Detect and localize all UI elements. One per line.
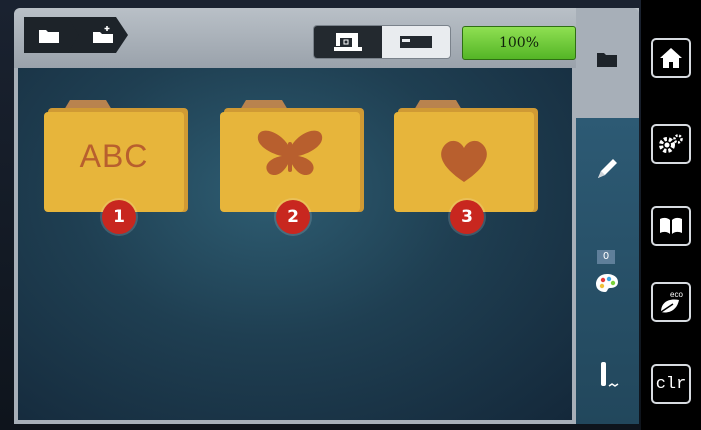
folder-number-badge: 3	[450, 200, 484, 234]
folder-icon[interactable]	[596, 50, 618, 68]
tutorial-button[interactable]	[651, 206, 691, 246]
color-counter-badge: 0	[597, 250, 615, 264]
settings-button[interactable]	[651, 124, 691, 164]
needle-icon[interactable]	[597, 360, 621, 390]
top-bar: 100%	[14, 8, 639, 68]
sewing-mode-button[interactable]	[314, 26, 382, 58]
system-rail: eco clr	[641, 0, 701, 430]
home-icon	[660, 48, 682, 68]
breadcrumb	[24, 17, 142, 53]
clear-button[interactable]: clr	[651, 364, 691, 404]
folder-motifs[interactable]	[220, 96, 368, 214]
sewing-machine-icon	[334, 33, 362, 51]
alphabet-icon: ABC	[79, 138, 149, 174]
settings-icon	[659, 134, 683, 153]
color-palette-icon[interactable]	[594, 272, 620, 294]
zoom-level-button[interactable]: 100%	[462, 26, 576, 60]
folder-icon	[394, 100, 538, 212]
svg-text:eco: eco	[670, 290, 683, 299]
pencil-icon[interactable]	[594, 156, 620, 182]
embroidery-mode-button[interactable]	[382, 26, 450, 58]
folder-number-badge: 2	[276, 200, 310, 234]
folder-icon	[39, 30, 59, 43]
clr-label: clr	[655, 374, 687, 394]
eco-mode-icon: eco	[660, 290, 683, 313]
eco-mode-button[interactable]: eco	[651, 282, 691, 322]
embroidery-module-icon	[400, 36, 432, 48]
folder-number-badge: 1	[102, 200, 136, 234]
folder-quilt[interactable]	[394, 96, 542, 214]
folder-alphabets[interactable]: ABC	[44, 96, 192, 214]
folder-icon	[220, 100, 364, 212]
tutorial-book-icon	[660, 217, 682, 234]
home-button[interactable]	[651, 38, 691, 78]
folder-add-icon	[93, 26, 113, 43]
mode-toggle	[314, 26, 450, 58]
